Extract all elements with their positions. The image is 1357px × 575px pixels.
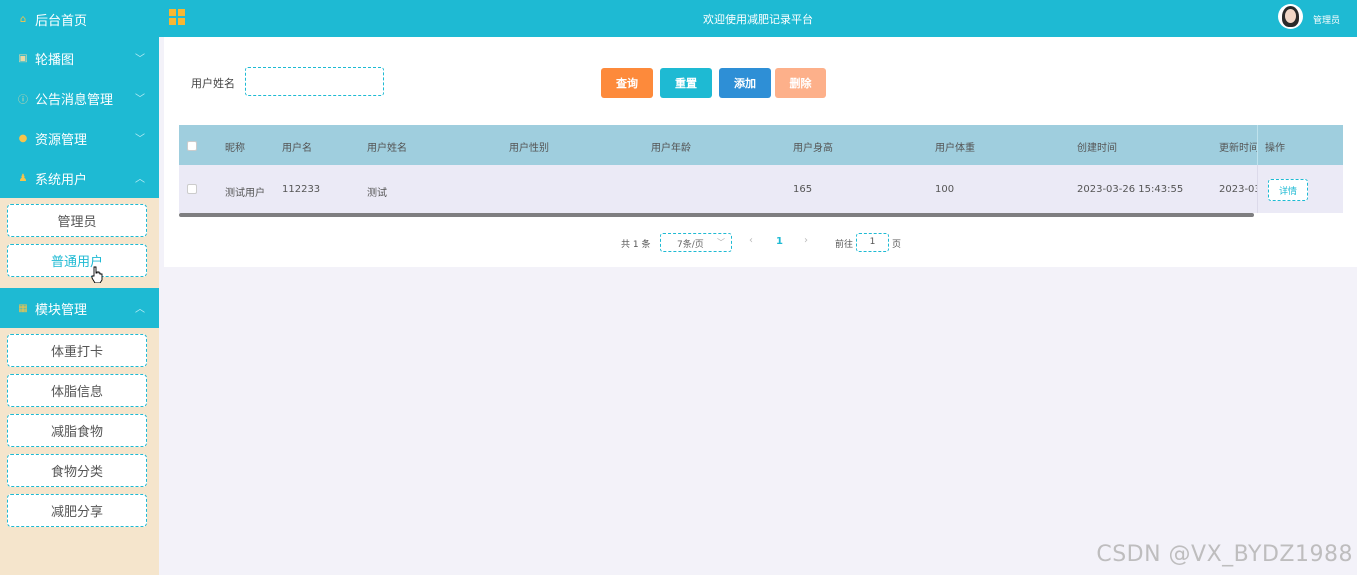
sidebar-item-label: 轮播图	[35, 52, 75, 68]
sidebar: ⌂ 后台首页 ▣ 轮播图 ﹀ ⓘ 公告消息管理 ﹀ ● 资源管理 ﹀ ♟ 系统用…	[0, 0, 159, 575]
col-realname: 用户姓名	[367, 143, 407, 154]
goto-label: 前往	[835, 240, 854, 250]
search-label: 用户姓名	[191, 77, 235, 90]
add-button[interactable]: 添加	[719, 68, 771, 98]
grid-icon: ▦	[18, 302, 28, 314]
operation-column: 操作 详情	[1257, 125, 1343, 213]
next-page-icon[interactable]: ›	[804, 235, 808, 246]
submenu-item-food-category[interactable]: 食物分类	[7, 454, 147, 487]
row-checkbox[interactable]	[187, 184, 197, 194]
goto-suffix: 页	[892, 240, 902, 250]
chevron-up-icon: ︿	[135, 174, 145, 185]
users-submenu: 管理员 普通用户	[0, 198, 159, 288]
user-table: 昵称 用户名 用户姓名 用户性别 用户年龄 用户身高 用户体重 创建时间 更新时…	[179, 125, 1343, 217]
query-button[interactable]: 查询	[601, 68, 653, 98]
home-icon: ⌂	[19, 13, 27, 25]
chevron-down-icon: ﹀	[717, 238, 725, 247]
chevron-down-icon: ﹀	[135, 134, 145, 145]
submenu-item-body-fat[interactable]: 体脂信息	[7, 374, 147, 407]
pagination: 共 1 条 7条/页 ﹀ ‹ 1 › 前往 1 页	[164, 233, 1357, 255]
col-weight: 用户体重	[935, 143, 975, 154]
chevron-down-icon: ﹀	[135, 54, 145, 65]
watermark: CSDN @VX_BYDZ1988	[1096, 542, 1353, 567]
submenu-item-admin[interactable]: 管理员	[7, 204, 147, 237]
col-age: 用户年龄	[651, 143, 691, 154]
image-icon: ▣	[18, 52, 28, 64]
chevron-up-icon: ︿	[135, 304, 145, 315]
sidebar-item-carousel[interactable]: ▣ 轮播图 ﹀	[0, 38, 159, 78]
col-updated: 更新时间	[1219, 143, 1259, 154]
table-header: 昵称 用户名 用户姓名 用户性别 用户年龄 用户身高 用户体重 创建时间 更新时…	[179, 125, 1343, 165]
sidebar-item-resource[interactable]: ● 资源管理 ﹀	[0, 118, 159, 158]
goto-page-input[interactable]: 1	[856, 233, 889, 252]
cell-username: 112233	[282, 184, 321, 195]
col-nickname: 昵称	[225, 143, 245, 154]
horizontal-scrollbar[interactable]	[179, 213, 1254, 217]
select-all-checkbox[interactable]	[187, 141, 197, 151]
submenu-item-normal-user[interactable]: 普通用户	[7, 244, 147, 277]
info-icon: ⓘ	[18, 94, 28, 106]
cell-realname: 测试	[367, 188, 387, 199]
col-username: 用户名	[282, 143, 312, 154]
col-action: 操作	[1265, 143, 1285, 154]
sidebar-item-label: 公告消息管理	[35, 92, 114, 108]
sidebar-item-label: 模块管理	[35, 302, 88, 318]
top-header: 欢迎使用减肥记录平台 管理员	[159, 0, 1357, 37]
submenu-item-share[interactable]: 减肥分享	[7, 494, 147, 527]
delete-button[interactable]: 删除	[775, 68, 826, 98]
page-number[interactable]: 1	[776, 236, 783, 247]
col-gender: 用户性别	[509, 143, 549, 154]
col-created: 创建时间	[1077, 143, 1117, 154]
reset-button[interactable]: 重置	[660, 68, 712, 98]
cell-weight: 100	[935, 184, 955, 195]
sidebar-item-label: 资源管理	[35, 132, 88, 148]
page-size-select[interactable]: 7条/页 ﹀	[660, 233, 732, 252]
col-height: 用户身高	[793, 143, 833, 154]
cell-height: 165	[793, 184, 813, 195]
sidebar-item-users[interactable]: ♟ 系统用户 ︿	[0, 158, 159, 198]
sidebar-item-modules[interactable]: ▦ 模块管理 ︿	[0, 288, 159, 328]
page-size-value: 7条/页	[677, 240, 704, 250]
sidebar-item-notice[interactable]: ⓘ 公告消息管理 ﹀	[0, 78, 159, 118]
sidebar-item-label: 系统用户	[35, 172, 88, 188]
detail-button[interactable]: 详情	[1268, 179, 1308, 201]
sidebar-item-label: 后台首页	[35, 13, 88, 29]
prev-page-icon[interactable]: ‹	[749, 235, 753, 246]
pagination-total: 共 1 条	[621, 240, 651, 250]
user-icon: ♟	[18, 172, 28, 184]
cell-created: 2023-03-26 15:43:55	[1077, 184, 1184, 195]
cell-nickname: 测试用户	[225, 188, 265, 199]
table-row: 测试用户 112233 测试 165 100 2023-03-26 15:43:…	[179, 165, 1343, 213]
submenu-item-fat-loss-food[interactable]: 减脂食物	[7, 414, 147, 447]
submenu-item-weight-checkin[interactable]: 体重打卡	[7, 334, 147, 367]
content-panel: 用户姓名 查询 重置 添加 删除 昵称 用户名 用户姓名 用户性别 用户年龄 用…	[164, 37, 1357, 267]
chevron-down-icon: ﹀	[135, 94, 145, 105]
username[interactable]: 管理员	[1313, 13, 1340, 26]
avatar[interactable]	[1278, 4, 1303, 29]
modules-submenu: 体重打卡 体脂信息 减脂食物 食物分类 减肥分享	[0, 328, 159, 538]
hand-cursor-icon	[91, 266, 103, 283]
page-title: 欢迎使用减肥记录平台	[703, 13, 813, 26]
sidebar-item-home[interactable]: ⌂ 后台首页	[0, 0, 159, 38]
search-input[interactable]	[245, 67, 384, 96]
location-icon: ●	[18, 132, 28, 144]
